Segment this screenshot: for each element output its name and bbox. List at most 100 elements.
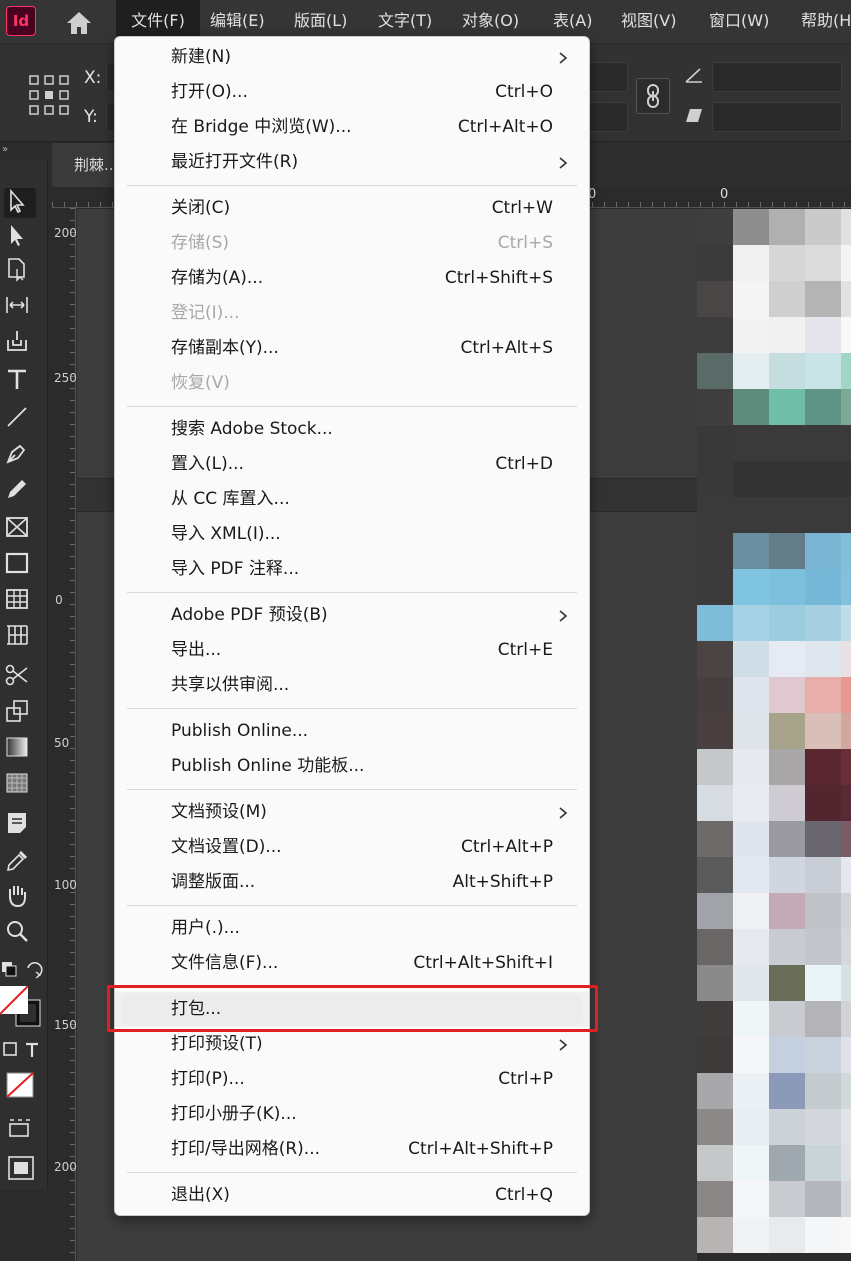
rotation-angle-field[interactable]	[712, 62, 842, 92]
image-pixel	[697, 317, 733, 353]
gap-tool[interactable]	[4, 292, 36, 322]
collapse-panel-icon[interactable]: »	[2, 144, 8, 155]
image-pixel	[733, 857, 769, 893]
image-pixel	[733, 389, 769, 425]
menu-item[interactable]: 新建(N)	[115, 40, 589, 75]
menu-item[interactable]: 打包...	[115, 992, 589, 1027]
rectangle-frame-tool[interactable]	[4, 514, 36, 544]
menu-item-shortcut: Ctrl+S	[497, 233, 553, 253]
menu-item[interactable]: 存储为(A)... Ctrl+Shift+S	[115, 261, 589, 296]
menu-item[interactable]: Publish Online 功能板...	[115, 749, 589, 784]
line-tool-icon	[7, 407, 27, 427]
menu-item[interactable]: 打印预设(T)	[115, 1027, 589, 1062]
menu-item[interactable]: 在 Bridge 中浏览(W)... Ctrl+Alt+O	[115, 110, 589, 145]
menu-item-label: 新建(N)	[171, 47, 231, 67]
image-pixel	[841, 893, 851, 929]
reference-point-icon[interactable]	[28, 74, 70, 116]
image-pixel	[769, 893, 805, 929]
image-pixel	[841, 965, 851, 1001]
type-tool[interactable]	[4, 366, 36, 396]
eyedropper-tool[interactable]	[4, 848, 36, 878]
gradient-feather-tool[interactable]	[4, 770, 36, 800]
menu-item[interactable]: 文档预设(M)	[115, 795, 589, 830]
vertical-ruler[interactable]: 200 250 0 50 100 150 200	[52, 208, 77, 1261]
menu-item[interactable]: 关闭(C) Ctrl+W	[115, 191, 589, 226]
pencil-tool[interactable]	[4, 476, 36, 506]
pen-tool[interactable]	[4, 440, 36, 470]
menu-item[interactable]: 共享以供审阅...	[115, 668, 589, 703]
menu-item[interactable]: 导入 PDF 注释...	[115, 552, 589, 587]
image-pixel	[733, 1217, 769, 1253]
image-pixel	[697, 569, 733, 605]
image-pixel	[697, 209, 733, 245]
image-pixel	[769, 1037, 805, 1073]
screen-mode-icon[interactable]	[6, 1116, 36, 1142]
menu-item[interactable]: 存储副本(Y)... Ctrl+Alt+S	[115, 331, 589, 366]
image-pixel	[805, 1145, 841, 1181]
menu-view[interactable]: 视图(V)	[621, 0, 676, 44]
shear-angle-field[interactable]	[712, 102, 842, 132]
constrain-proportions-button[interactable]	[636, 78, 670, 114]
fill-stroke-swatch[interactable]	[0, 985, 44, 1030]
image-pixel	[697, 821, 733, 857]
table-tool[interactable]	[4, 586, 36, 616]
menu-item[interactable]: 搜索 Adobe Stock...	[115, 412, 589, 447]
formatting-affects-container-icon[interactable]	[2, 1040, 42, 1060]
menu-window[interactable]: 窗口(W)	[709, 0, 769, 44]
image-pixel	[697, 677, 733, 713]
menu-separator	[127, 185, 577, 186]
line-tool[interactable]	[4, 404, 36, 434]
image-pixel	[841, 1001, 851, 1037]
home-button[interactable]	[62, 8, 96, 38]
image-pixel	[769, 497, 805, 533]
scissors-tool-icon	[5, 664, 28, 686]
menu-item[interactable]: 打印(P)... Ctrl+P	[115, 1062, 589, 1097]
menu-item[interactable]: 导入 XML(I)...	[115, 517, 589, 552]
menu-item[interactable]: 用户(.)...	[115, 911, 589, 946]
scissors-tool[interactable]	[4, 662, 36, 692]
menu-item[interactable]: 打开(O)... Ctrl+O	[115, 75, 589, 110]
menu-item[interactable]: 打印/导出网格(R)... Ctrl+Alt+Shift+P	[115, 1132, 589, 1167]
image-pixel	[733, 425, 769, 461]
rectangle-tool[interactable]	[4, 550, 36, 580]
free-transform-tool[interactable]	[4, 698, 36, 728]
menu-item[interactable]: 退出(X) Ctrl+Q	[115, 1178, 589, 1213]
pixelated-image[interactable]	[697, 209, 851, 1261]
image-pixel	[733, 713, 769, 749]
zoom-tool[interactable]	[4, 918, 36, 948]
menu-item[interactable]: Adobe PDF 预设(B)	[115, 598, 589, 633]
menu-help[interactable]: 帮助(H	[801, 0, 851, 44]
apply-none-swatch[interactable]	[4, 1070, 38, 1100]
hand-tool[interactable]	[4, 882, 36, 912]
menu-item[interactable]: 置入(L)... Ctrl+D	[115, 447, 589, 482]
page-tool[interactable]	[4, 256, 36, 286]
image-pixel	[805, 821, 841, 857]
image-pixel	[805, 1217, 841, 1253]
image-pixel	[697, 1217, 733, 1253]
width-field[interactable]	[588, 62, 628, 92]
content-collector-icon	[7, 331, 27, 351]
gradient-swatch-tool[interactable]	[4, 734, 36, 764]
menu-item[interactable]: 打印小册子(K)...	[115, 1097, 589, 1132]
table-column-tool[interactable]	[4, 622, 36, 652]
note-tool[interactable]	[4, 810, 36, 840]
content-collector-tool[interactable]	[4, 328, 36, 358]
image-pixel	[733, 785, 769, 821]
image-pixel	[733, 929, 769, 965]
menu-item[interactable]: 导出... Ctrl+E	[115, 633, 589, 668]
image-pixel	[769, 785, 805, 821]
document-tab[interactable]: 荆棘...	[52, 143, 122, 187]
menu-item[interactable]: 从 CC 库置入...	[115, 482, 589, 517]
menu-item-shortcut: Ctrl+W	[491, 198, 553, 218]
image-pixel	[769, 605, 805, 641]
menu-item[interactable]: 文件信息(F)... Ctrl+Alt+Shift+I	[115, 946, 589, 981]
direct-selection-tool[interactable]	[4, 222, 36, 252]
menu-item[interactable]: 最近打开文件(R)	[115, 145, 589, 180]
image-pixel	[841, 1073, 851, 1109]
view-mode-icon[interactable]	[6, 1154, 36, 1182]
menu-item[interactable]: 文档设置(D)... Ctrl+Alt+P	[115, 830, 589, 865]
selection-tool[interactable]	[4, 188, 36, 218]
height-field[interactable]	[588, 102, 628, 132]
menu-item[interactable]: Publish Online...	[115, 714, 589, 749]
menu-item[interactable]: 调整版面... Alt+Shift+P	[115, 865, 589, 900]
